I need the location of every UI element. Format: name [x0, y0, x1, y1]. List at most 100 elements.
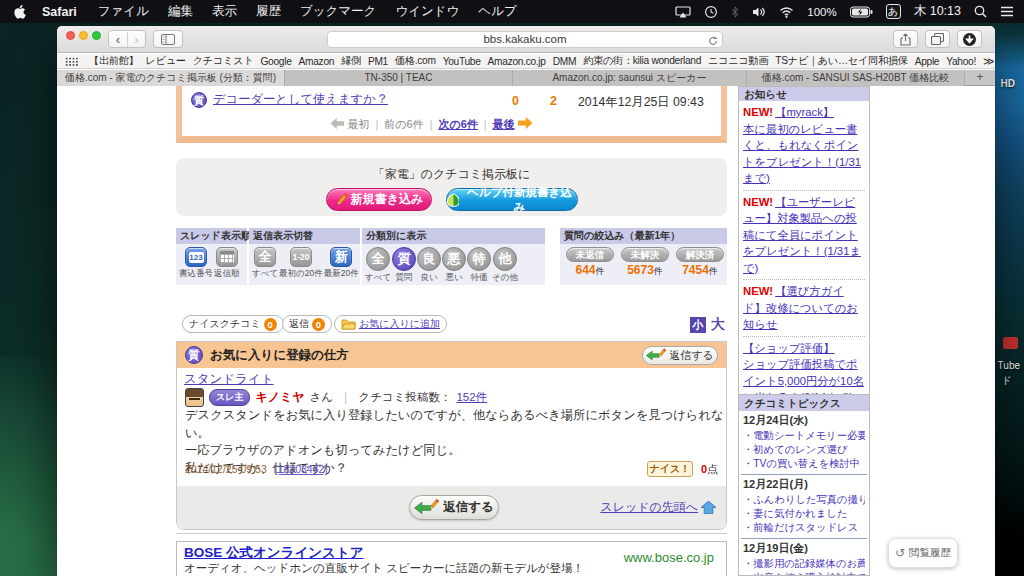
menu-help[interactable]: ヘルプ — [478, 3, 516, 20]
notification-center-icon[interactable] — [1000, 6, 1014, 17]
replyview-latest20-button[interactable]: 新 最新20件 — [324, 247, 359, 280]
category-good-button[interactable]: 良良い — [417, 247, 441, 284]
frequently-visited-grid-icon[interactable] — [65, 57, 78, 66]
menu-edit[interactable]: 編集 — [168, 3, 193, 20]
menu-window[interactable]: ウインドウ — [395, 3, 459, 20]
desktop-icon-label-do[interactable]: ド — [1002, 374, 1012, 388]
help-post-button[interactable]: ヘルプ付新規書き込み — [446, 188, 578, 211]
nice-button[interactable]: ナイス！ — [647, 461, 693, 477]
desktop-hd-icon-label[interactable]: HD — [1001, 78, 1015, 89]
category-sale-button[interactable]: 特特価 — [467, 247, 491, 284]
bookmark-item[interactable]: YouTube — [443, 56, 481, 67]
menubar-clock[interactable]: 木 10:13 — [914, 3, 961, 20]
input-source-icon[interactable]: あ — [886, 4, 901, 19]
back-button[interactable]: ‹ — [109, 32, 127, 47]
pager-last[interactable]: 最後 — [493, 118, 515, 130]
close-window-button[interactable] — [66, 31, 75, 40]
history-floating-button[interactable]: ↺ 閲覧履歴 — [888, 538, 958, 568]
news-item[interactable]: NEW!【ユーザーレビュー】対象製品への投稿にて全員にポイントをプレゼント！(1… — [743, 194, 865, 277]
post-id-link[interactable]: [18303462] — [275, 463, 328, 475]
topic-link[interactable]: 前輪だけスタッドレス — [743, 521, 865, 535]
topic-link[interactable]: ふんわりした写真の撮り方 — [743, 493, 865, 507]
bookmark-item[interactable]: Amazon — [299, 56, 335, 67]
zoom-window-button[interactable] — [92, 31, 101, 40]
news-item[interactable]: NEW!【選び方ガイド】改修についてのお知らせ — [743, 283, 865, 333]
sort-by-number-button[interactable]: 123 書込番号 — [179, 247, 213, 280]
author-name[interactable]: キノミヤ — [255, 389, 304, 406]
menu-safari[interactable]: Safari — [42, 5, 77, 19]
posts-count-link[interactable]: 152件 — [456, 390, 487, 405]
category-bad-button[interactable]: 悪悪い — [442, 247, 466, 284]
apple-menu-icon[interactable] — [14, 5, 26, 19]
tab-tn350-teac[interactable]: TN-350 | TEAC — [285, 70, 513, 86]
sort-by-reply-button[interactable]: 返信順 — [214, 247, 240, 280]
refine-unanswered-button[interactable]: 未返信 644件 — [566, 247, 614, 278]
bookmark-item[interactable]: DMM — [553, 56, 576, 67]
share-button[interactable] — [893, 30, 918, 48]
tab-amazon-saunsui[interactable]: Amazon.co.jp: saunsui スピーカー — [513, 70, 747, 86]
reload-icon[interactable] — [708, 33, 718, 50]
ad-title-link[interactable]: BOSE 公式オンラインストア — [184, 544, 364, 562]
product-link[interactable]: スタンドライト — [184, 371, 274, 388]
bookmark-item[interactable]: ニコニコ動画 — [708, 54, 768, 68]
bookmarks-overflow-chevron[interactable]: ≫ — [983, 55, 995, 68]
pager-next[interactable]: 次の6件 — [438, 118, 477, 130]
address-bar[interactable]: bbs.kakaku.com — [327, 31, 723, 48]
menu-bookmarks[interactable]: ブックマーク — [300, 3, 376, 20]
menu-view[interactable]: 表示 — [212, 3, 237, 20]
desktop-youtube-icon[interactable] — [1003, 337, 1018, 349]
category-other-button[interactable]: 他その他 — [492, 247, 518, 284]
wifi-icon[interactable] — [779, 6, 794, 18]
bookmark-item[interactable]: 【出前館】 — [89, 54, 138, 68]
bookmark-item[interactable]: 縁側 — [341, 54, 361, 68]
topic-link[interactable]: 初めてのレンズ選び — [743, 443, 865, 457]
topic-link[interactable]: 出産を控え購入検討中です — [743, 571, 865, 576]
spotlight-icon[interactable] — [974, 5, 987, 18]
sidebar-toggle-button[interactable] — [153, 30, 183, 48]
add-favorite-button[interactable]: お気に入りに追加 — [334, 315, 447, 333]
topic-link[interactable]: 妻に気付かれました — [743, 507, 865, 521]
menu-history[interactable]: 履歴 — [256, 3, 281, 20]
menu-file[interactable]: ファイル — [98, 3, 149, 20]
user-avatar[interactable] — [185, 388, 204, 407]
desktop-icon-label-tube[interactable]: Tube — [998, 360, 1020, 371]
bookmark-item[interactable]: Amazon.co.jp — [488, 56, 546, 67]
to-thread-top[interactable]: スレッドの先頭へ — [600, 499, 716, 516]
tab-kakaku-sansui[interactable]: 価格.com - SANSUI SAS-H20BT 価格比較 — [747, 70, 965, 86]
category-question-button[interactable]: 質質問 — [392, 247, 416, 284]
news-item[interactable]: NEW!【myrack】本に最初のレビュー書くと、もれなくポイントをプレゼント！… — [743, 104, 865, 187]
reply-button-bottom[interactable]: 返信する — [409, 495, 499, 520]
font-size-large-button[interactable]: 大 — [711, 316, 725, 334]
downloads-button[interactable] — [957, 30, 982, 48]
new-post-button[interactable]: 新規書き込み — [326, 188, 432, 211]
category-all-button[interactable]: 全すべて — [365, 247, 391, 284]
volume-icon[interactable] — [752, 6, 766, 18]
bookmark-item[interactable]: 価格.com — [395, 54, 436, 68]
bluetooth-icon[interactable] — [731, 6, 739, 18]
topic-link[interactable]: 電動シートメモリー必要？ — [743, 429, 865, 443]
new-tab-button[interactable]: + — [965, 70, 995, 85]
minimize-window-button[interactable] — [79, 31, 88, 40]
bookmark-item[interactable]: レビュー — [145, 54, 185, 68]
airplay-icon[interactable] — [675, 6, 691, 18]
bookmark-item[interactable]: 約束の街：kilia wonderland — [583, 54, 701, 68]
bookmark-item[interactable]: PM1 — [368, 56, 388, 67]
replyview-all-button[interactable]: 全 すべて — [252, 247, 278, 280]
topic-link[interactable]: 撮影用の記録媒体のお薦め — [743, 557, 865, 571]
bookmark-item[interactable]: Google — [261, 56, 292, 67]
battery-icon[interactable] — [850, 6, 873, 18]
tab-overview-button[interactable] — [925, 30, 950, 48]
refine-solved-button[interactable]: 解決済 7454件 — [676, 247, 724, 278]
bookmark-item[interactable]: クチコミスト — [193, 54, 254, 68]
bookmark-item[interactable]: Apple — [915, 56, 940, 67]
topic-link[interactable]: TVの買い替えを検討中 — [743, 457, 865, 471]
tab-kakaku-bbs[interactable]: 価格.com - 家電のクチコミ掲示板 (分類：質問) — [57, 70, 285, 86]
thread-list-row-title[interactable]: デコーダーとして使えますか？ — [213, 91, 388, 108]
time-machine-icon[interactable] — [704, 5, 718, 19]
refine-unsolved-button[interactable]: 未解決 5673件 — [621, 247, 669, 278]
font-size-small-button[interactable]: 小 — [690, 317, 706, 333]
replyview-first20-button[interactable]: 1-20 最初の20件 — [279, 247, 323, 280]
reply-button-top[interactable]: 返信する — [642, 346, 718, 365]
bookmark-item[interactable]: TSナビ｜あい…セイ同和損保 — [775, 54, 907, 68]
forward-button[interactable]: › — [127, 32, 145, 47]
